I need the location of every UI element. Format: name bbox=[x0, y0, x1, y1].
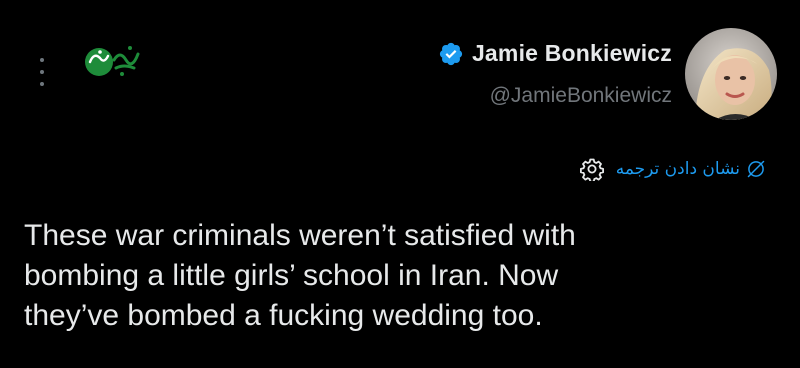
verified-badge-icon bbox=[439, 42, 463, 65]
gear-icon[interactable] bbox=[579, 157, 604, 181]
author-display-name: Jamie Bonkiewicz bbox=[471, 40, 672, 66]
globe-slash-icon bbox=[747, 160, 765, 178]
tweet-text: These war criminals weren’t satisfied wi… bbox=[24, 219, 576, 332]
show-translation-link[interactable]: نشان دادن ترجمه bbox=[616, 159, 766, 179]
dot bbox=[40, 70, 44, 74]
show-translation-label: نشان دادن ترجمه bbox=[615, 159, 740, 179]
avatar-photo bbox=[685, 28, 777, 120]
dot bbox=[40, 82, 44, 86]
author-avatar[interactable] bbox=[685, 28, 777, 120]
author-handle[interactable]: @JamieBonkiewicz bbox=[490, 84, 672, 108]
dot bbox=[40, 58, 44, 62]
more-options-icon[interactable] bbox=[36, 58, 48, 86]
author-name-row[interactable]: Jamie Bonkiewicz bbox=[438, 40, 672, 67]
watermark-logo bbox=[84, 38, 142, 82]
translate-row: نشان دادن ترجمه bbox=[579, 157, 766, 181]
